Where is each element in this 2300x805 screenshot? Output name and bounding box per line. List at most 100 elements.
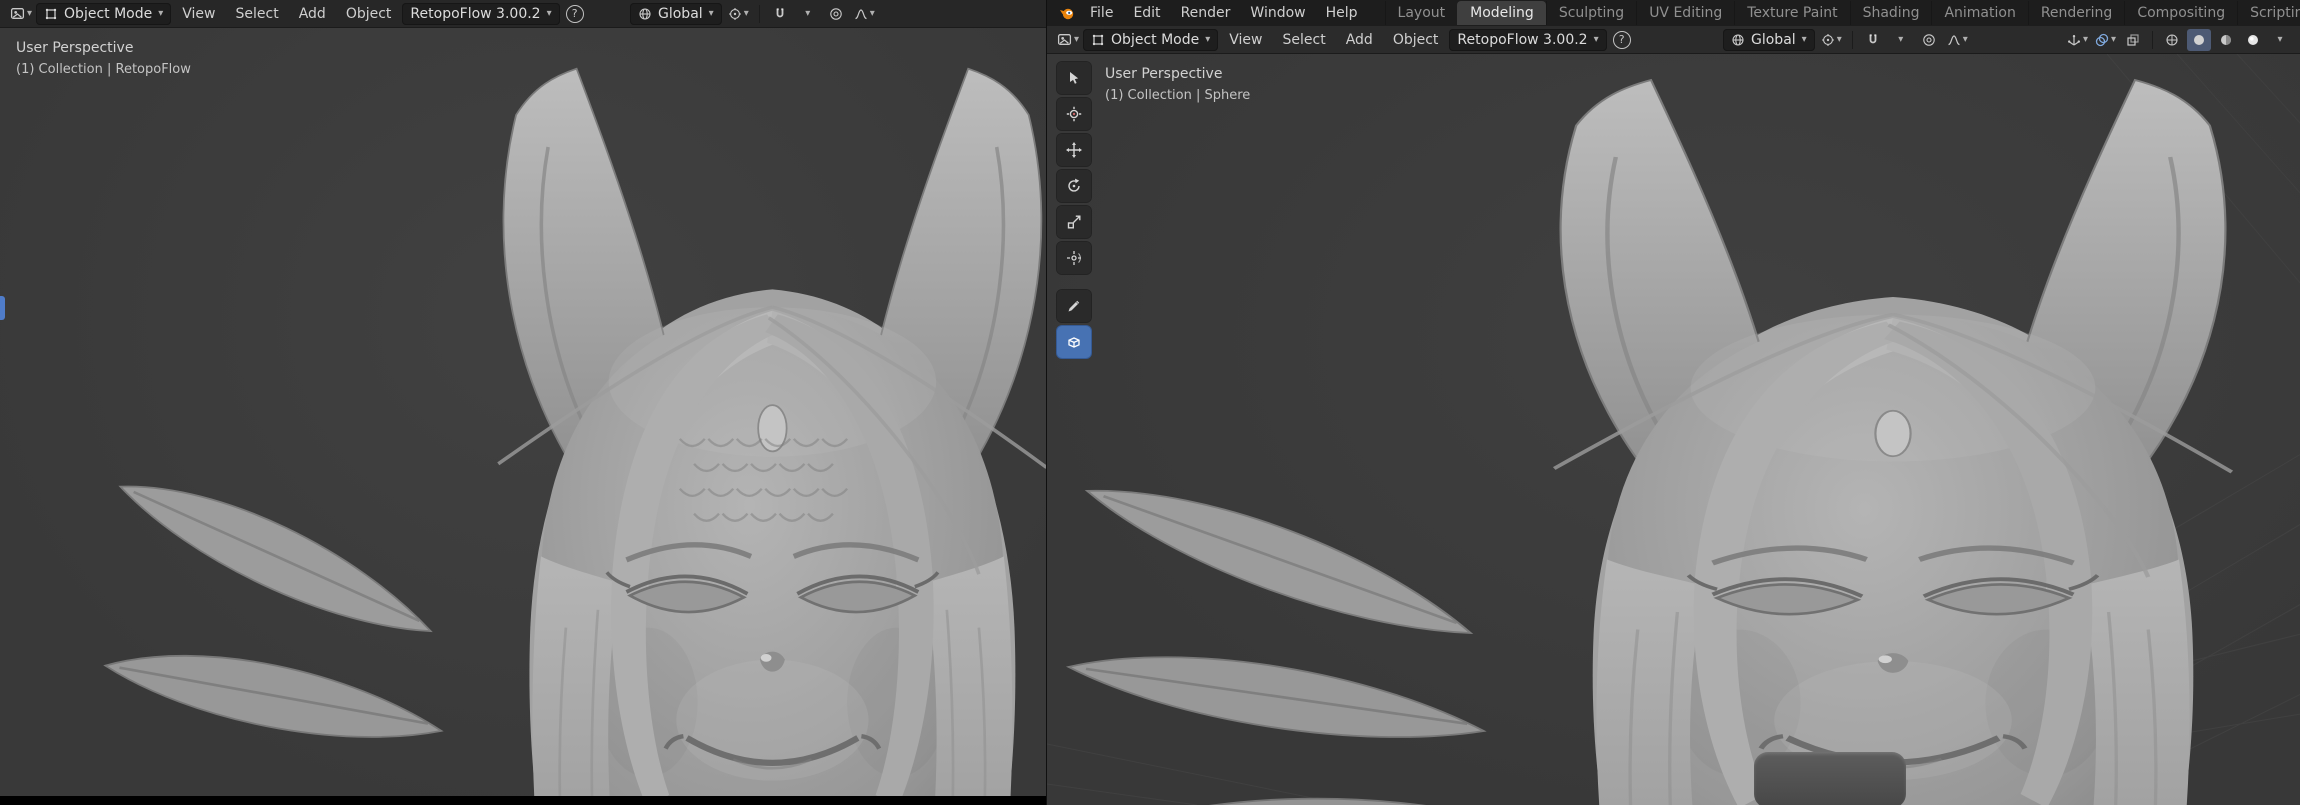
viewport-overlay-right: User Perspective (1) Collection | Sphere bbox=[1105, 64, 1250, 106]
shading-material-button[interactable] bbox=[2214, 29, 2238, 51]
menu-render[interactable]: Render bbox=[1172, 2, 1240, 24]
orientation-label: Global bbox=[658, 6, 703, 22]
xray-toggle[interactable] bbox=[2121, 29, 2145, 51]
left-viewport-header: ▾ Object Mode ▾ View Select Add Object R… bbox=[0, 0, 1046, 28]
retopoflow-menu[interactable]: RetopoFlow 3.00.2 ▾ bbox=[402, 3, 559, 25]
context-label: (1) Collection | RetopoFlow bbox=[16, 61, 191, 80]
tab-scripting[interactable]: Scripting bbox=[2237, 1, 2300, 25]
shading-material-icon bbox=[2219, 33, 2233, 47]
toolbar bbox=[1057, 62, 1091, 358]
menu-object[interactable]: Object bbox=[1384, 29, 1448, 51]
menu-view[interactable]: View bbox=[173, 3, 224, 25]
tab-texture-paint[interactable]: Texture Paint bbox=[1734, 1, 1849, 25]
object-mode-icon bbox=[44, 7, 58, 21]
blender-comparison-screen: ▾ Object Mode ▾ View Select Add Object R… bbox=[0, 0, 2300, 805]
snap-toggle[interactable] bbox=[768, 3, 792, 25]
3d-viewport-right[interactable]: User Perspective (1) Collection | Sphere bbox=[1047, 54, 2300, 805]
menu-object[interactable]: Object bbox=[337, 3, 401, 25]
shading-settings-dropdown[interactable]: ▾ bbox=[2268, 29, 2292, 51]
shading-wireframe-button[interactable] bbox=[2160, 29, 2184, 51]
tab-modeling[interactable]: Modeling bbox=[1457, 1, 1546, 25]
tab-uv-editing[interactable]: UV Editing bbox=[1636, 1, 1734, 25]
workspace-tabs: Layout Modeling Sculpting UV Editing Tex… bbox=[1385, 1, 2300, 25]
annotate-tool[interactable] bbox=[1057, 290, 1091, 322]
tab-shading[interactable]: Shading bbox=[1850, 1, 1932, 25]
retopoflow-menu[interactable]: RetopoFlow 3.00.2 ▾ bbox=[1449, 29, 1606, 51]
retopoflow-tool[interactable] bbox=[1057, 326, 1091, 358]
snap-settings-dropdown[interactable]: ▾ bbox=[796, 3, 820, 25]
shading-rendered-button[interactable] bbox=[2241, 29, 2265, 51]
proportional-falloff-icon bbox=[1947, 33, 1961, 47]
overlays-toggle[interactable]: ▾ bbox=[2093, 29, 2118, 51]
character-render-sphere bbox=[1047, 54, 2300, 805]
transform-orientation-dropdown[interactable]: Global ▾ bbox=[1723, 29, 1815, 51]
mode-dropdown[interactable]: Object Mode ▾ bbox=[1083, 29, 1218, 51]
proportional-editing-icon bbox=[829, 7, 843, 21]
bottom-black-strip bbox=[0, 796, 1046, 805]
transform-orientation-icon bbox=[1731, 33, 1745, 47]
proportional-editing-toggle[interactable] bbox=[1917, 29, 1941, 51]
help-icon[interactable]: ? bbox=[566, 5, 584, 23]
scale-tool[interactable] bbox=[1057, 206, 1091, 238]
xray-icon bbox=[2126, 33, 2140, 47]
blender-logo[interactable] bbox=[1055, 2, 1079, 24]
context-label: (1) Collection | Sphere bbox=[1105, 87, 1250, 106]
orientation-label: Global bbox=[1751, 32, 1796, 48]
object-mode-icon bbox=[1091, 33, 1105, 47]
view-label: User Perspective bbox=[1105, 64, 1250, 84]
menu-file[interactable]: File bbox=[1081, 2, 1122, 24]
mode-dropdown[interactable]: Object Mode ▾ bbox=[36, 3, 171, 25]
proportional-falloff-dropdown[interactable]: ▾ bbox=[852, 3, 877, 25]
transform-pivot-dropdown[interactable]: ▾ bbox=[1819, 29, 1844, 51]
menu-help[interactable]: Help bbox=[1317, 2, 1367, 24]
editor-type-icon[interactable]: ▾ bbox=[8, 3, 34, 25]
shading-solid-icon bbox=[2192, 33, 2206, 47]
menu-view[interactable]: View bbox=[1220, 29, 1271, 51]
snap-settings-dropdown[interactable]: ▾ bbox=[1889, 29, 1913, 51]
proportional-falloff-icon bbox=[854, 7, 868, 21]
editor-type-icon[interactable]: ▾ bbox=[1055, 29, 1081, 51]
tweak-tool[interactable] bbox=[1057, 62, 1091, 94]
tab-rendering[interactable]: Rendering bbox=[2028, 1, 2125, 25]
menu-select[interactable]: Select bbox=[227, 3, 288, 25]
help-icon[interactable]: ? bbox=[1613, 31, 1631, 49]
transform-tool[interactable] bbox=[1057, 242, 1091, 274]
transform-pivot-icon bbox=[728, 7, 742, 21]
viewport-overlay-left: User Perspective (1) Collection | Retopo… bbox=[16, 38, 191, 80]
shading-solid-button[interactable] bbox=[2187, 29, 2211, 51]
gizmo-icon bbox=[2067, 33, 2081, 47]
rotate-tool[interactable] bbox=[1057, 170, 1091, 202]
menu-select[interactable]: Select bbox=[1274, 29, 1335, 51]
transform-orientation-icon bbox=[638, 7, 652, 21]
move-tool[interactable] bbox=[1057, 134, 1091, 166]
collapsed-active-tool-sliver[interactable] bbox=[0, 296, 5, 320]
menu-window[interactable]: Window bbox=[1241, 2, 1314, 24]
menu-add[interactable]: Add bbox=[1337, 29, 1382, 51]
transform-pivot-dropdown[interactable]: ▾ bbox=[726, 3, 751, 25]
mode-label: Object Mode bbox=[1111, 32, 1199, 48]
3d-viewport-left[interactable]: User Perspective (1) Collection | Retopo… bbox=[0, 28, 1046, 796]
transform-pivot-icon bbox=[1821, 33, 1835, 47]
left-blender-window: ▾ Object Mode ▾ View Select Add Object R… bbox=[0, 0, 1046, 805]
tab-layout[interactable]: Layout bbox=[1385, 1, 1458, 25]
proportional-editing-toggle[interactable] bbox=[824, 3, 848, 25]
menu-add[interactable]: Add bbox=[290, 3, 335, 25]
snap-magnet-icon bbox=[773, 7, 787, 21]
cursor-tool[interactable] bbox=[1057, 98, 1091, 130]
view-label: User Perspective bbox=[16, 38, 191, 58]
transform-orientation-dropdown[interactable]: Global ▾ bbox=[630, 3, 722, 25]
menu-edit[interactable]: Edit bbox=[1124, 2, 1169, 24]
mode-label: Object Mode bbox=[64, 6, 152, 22]
snap-toggle[interactable] bbox=[1861, 29, 1885, 51]
proportional-falloff-dropdown[interactable]: ▾ bbox=[1945, 29, 1970, 51]
overlays-icon bbox=[2095, 33, 2109, 47]
gizmo-dropdown[interactable]: ▾ bbox=[2065, 29, 2090, 51]
character-render-retopoflow bbox=[7, 40, 1046, 796]
snap-magnet-icon bbox=[1866, 33, 1880, 47]
tab-animation[interactable]: Animation bbox=[1931, 1, 2027, 25]
right-blender-window: File Edit Render Window Help Layout Mode… bbox=[1046, 0, 2300, 805]
proportional-editing-icon bbox=[1922, 33, 1936, 47]
character-collar bbox=[1754, 752, 1906, 805]
tab-compositing[interactable]: Compositing bbox=[2124, 1, 2237, 25]
tab-sculpting[interactable]: Sculpting bbox=[1546, 1, 1636, 25]
